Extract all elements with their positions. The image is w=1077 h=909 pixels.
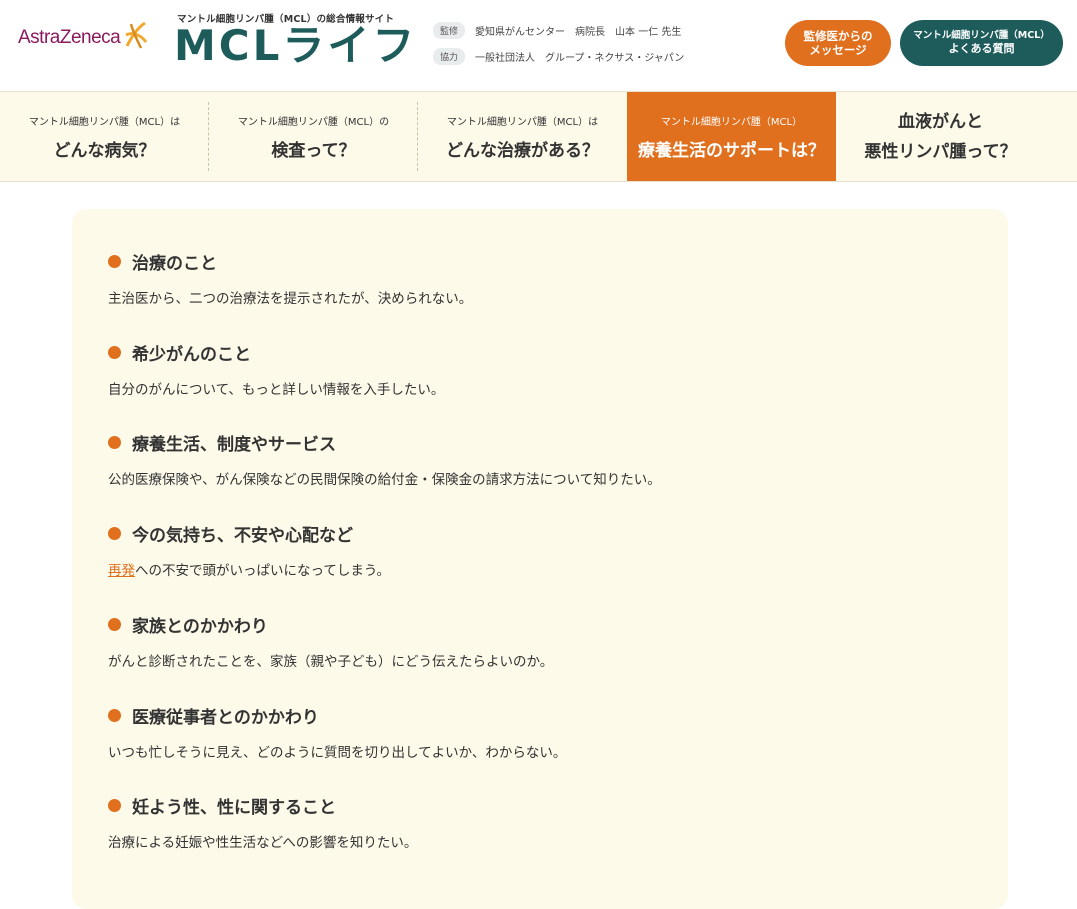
topic-item: 妊よう性、性に関すること 治療による妊娠や性生活などへの影響を知りたい。 xyxy=(108,793,417,851)
nav-item-examination[interactable]: マントル細胞リンパ腫（MCL）の 検査って？ xyxy=(209,92,418,181)
bullet-icon xyxy=(108,254,121,268)
nav-item-small-label: マントル細胞リンパ腫（MCL） xyxy=(660,116,803,128)
topic-title: 妊よう性、性に関すること xyxy=(132,797,336,818)
topic-item: 今の気持ち、不安や心配など 再発への不安で頭がいっぱいになってしまう。 xyxy=(108,521,390,579)
faq-label-1: マントル細胞リンパ腫（MCL） xyxy=(913,30,1050,42)
nav-item-support[interactable]: マントル細胞リンパ腫（MCL） 療養生活のサポートは？ xyxy=(627,92,836,181)
topic-item: 希少がんのこと 自分のがんについて、もっと詳しい情報を入手したい。 xyxy=(108,340,444,398)
topic-title: 医療従事者とのかかわり xyxy=(132,707,319,728)
nav-item-label: 悪性リンパ腫って？ xyxy=(864,141,1017,162)
topic-desc: がんと診断されたことを、家族（親や子ども）にどう伝えたらよいのか。 xyxy=(108,654,554,670)
nav-item-label: どんな病気？ xyxy=(53,140,156,161)
nav-item-small-label: マントル細胞リンパ腫（MCL）は xyxy=(446,116,599,128)
nav-item-small-label: マントル細胞リンパ腫（MCL）は xyxy=(28,116,181,128)
supervision-credit: 監修 愛知県がんセンター 病院長 山本 一仁 先生 xyxy=(433,22,681,39)
cooperation-text: 一般社団法人 グループ・ネクサス・ジャパン xyxy=(475,53,685,64)
topic-desc: 再発への不安で頭がいっぱいになってしまう。 xyxy=(108,559,390,579)
topics-panel: 治療のこと 主治医から、二つの治療法を提示されたが、決められない。 希少がんのこ… xyxy=(72,209,1008,909)
site-title-logo[interactable]: MCLライフ xyxy=(174,22,417,70)
bullet-icon xyxy=(108,435,121,449)
topic-item: 医療従事者とのかかわり いつも忙しそうに見え、どのように質問を切り出してよいか、… xyxy=(108,703,566,761)
topic-desc: 公的医療保険や、がん保険などの民間保険の給付金・保険金の請求方法について知りたい… xyxy=(108,472,661,488)
topic-item: 家族とのかかわり がんと診断されたことを、家族（親や子ども）にどう伝えたらよいの… xyxy=(108,612,553,670)
topic-title: 療養生活、制度やサービス xyxy=(132,434,336,455)
bullet-icon xyxy=(108,526,121,540)
topic-item: 療養生活、制度やサービス 公的医療保険や、がん保険などの民間保険の給付金・保険金… xyxy=(108,430,661,488)
cooperation-credit: 協力 一般社団法人 グループ・ネクサス・ジャパン xyxy=(433,48,684,65)
topic-title: 今の気持ち、不安や心配など xyxy=(132,525,353,546)
nav-item-label: 血液がんと xyxy=(898,111,983,132)
astrazeneca-logo[interactable]: AstraZeneca xyxy=(18,18,149,58)
astrazeneca-mark-icon xyxy=(125,21,148,49)
bullet-icon xyxy=(108,617,121,631)
nav-item-label: 検査って？ xyxy=(271,140,356,161)
nav-item-label: 療養生活のサポートは？ xyxy=(638,140,825,161)
nav-item-small-label: マントル細胞リンパ腫（MCL）の xyxy=(237,116,390,128)
nav-item-blood-cancer[interactable]: 血液がんと 悪性リンパ腫って？ xyxy=(836,92,1045,181)
topic-title: 治療のこと xyxy=(132,253,217,274)
topic-desc: 自分のがんについて、もっと詳しい情報を入手したい。 xyxy=(108,382,445,398)
logo-text: AstraZeneca xyxy=(18,27,121,48)
nav-item-label: どんな治療がある？ xyxy=(446,140,599,161)
faq-label-2: よくある質問 xyxy=(948,42,1015,56)
site-header: AstraZeneca マントル細胞リンパ腫（MCL）の総合情報サイト MCLラ… xyxy=(0,0,1077,91)
cooperation-tag: 協力 xyxy=(433,48,466,65)
doctor-message-button[interactable]: 監修医からの メッセージ xyxy=(785,20,891,66)
doctor-message-label-1: 監修医からの xyxy=(803,28,873,43)
topic-desc-text: への不安で頭がいっぱいになってしまう。 xyxy=(135,563,391,579)
nav-item-treatment[interactable]: マントル細胞リンパ腫（MCL）は どんな治療がある？ xyxy=(418,92,627,181)
topic-title: 希少がんのこと xyxy=(132,344,251,365)
bullet-icon xyxy=(108,345,121,359)
main-nav: マントル細胞リンパ腫（MCL）は どんな病気？ マントル細胞リンパ腫（MCL）の… xyxy=(0,91,1077,182)
topic-item: 治療のこと 主治医から、二つの治療法を提示されたが、決められない。 xyxy=(108,249,472,307)
topic-desc: 主治医から、二つの治療法を提示されたが、決められない。 xyxy=(108,291,473,307)
bullet-icon xyxy=(108,798,121,812)
supervision-tag: 監修 xyxy=(433,22,466,39)
topic-desc: 治療による妊娠や性生活などへの影響を知りたい。 xyxy=(108,835,418,851)
nav-item-disease[interactable]: マントル細胞リンパ腫（MCL）は どんな病気？ xyxy=(0,92,209,181)
faq-button[interactable]: マントル細胞リンパ腫（MCL） よくある質問 xyxy=(900,20,1063,66)
supervision-text: 愛知県がんセンター 病院長 山本 一仁 先生 xyxy=(475,27,682,38)
bullet-icon xyxy=(108,708,121,722)
doctor-message-label-2: メッセージ xyxy=(809,43,867,57)
topic-desc: いつも忙しそうに見え、どのように質問を切り出してよいか、わからない。 xyxy=(108,745,567,761)
topic-title: 家族とのかかわり xyxy=(132,616,268,637)
relapse-link[interactable]: 再発 xyxy=(108,563,135,579)
